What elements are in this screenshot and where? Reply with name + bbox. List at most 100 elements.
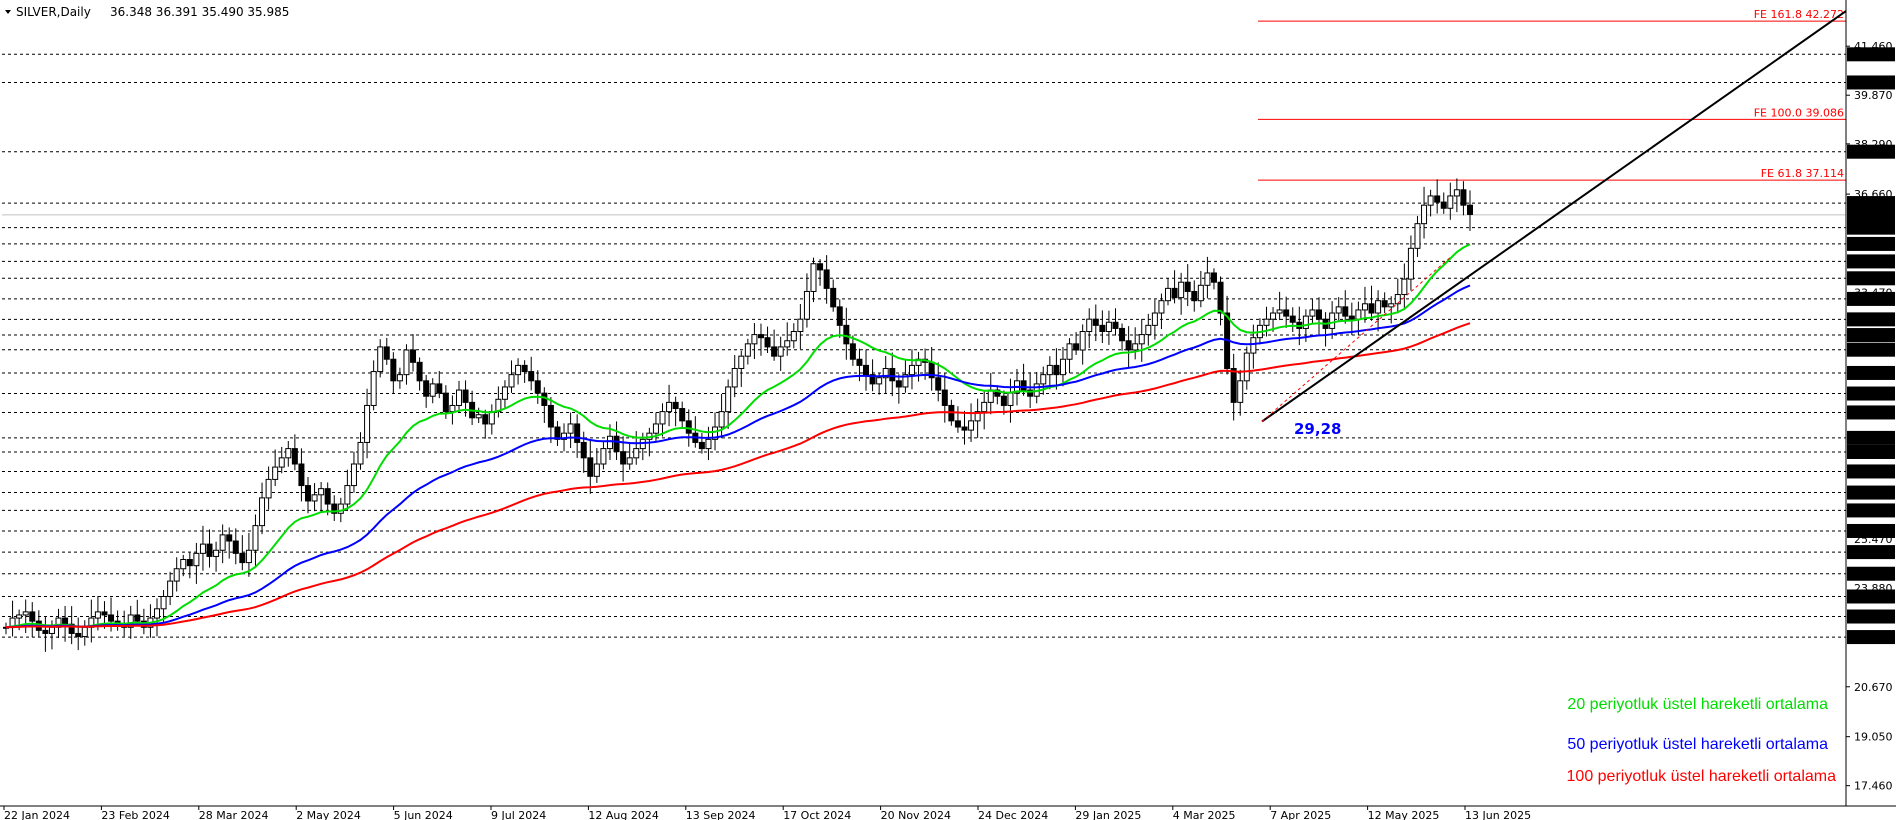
candle-body (547, 404, 554, 428)
candle-body (1099, 324, 1106, 333)
candle-body (410, 349, 417, 363)
time-tick-label: 20 Nov 2024 (881, 809, 951, 820)
candle-body (462, 389, 469, 403)
time-tick-label: 2 May 2024 (296, 809, 361, 820)
candle-body (364, 404, 371, 443)
candle-body (1467, 204, 1473, 215)
candle-body (1105, 321, 1112, 333)
candle-body (738, 355, 745, 369)
silver-daily-chart[interactable]: FE 161.8 42.272 FE 100.0 39.086 FE 61.8 37… (0, 0, 1896, 820)
candle-body (968, 420, 975, 431)
candle-body (396, 374, 403, 382)
candle-body (475, 414, 482, 419)
candle-body (1302, 315, 1309, 329)
axis-tick-label: 17.460 (1854, 780, 1893, 793)
level-label: 30.187 (1851, 388, 1890, 401)
fib-label: FE 161.8 42.272 (1754, 8, 1844, 21)
candle-body (1342, 306, 1349, 317)
candle-body (1184, 281, 1191, 292)
candle-body (1197, 284, 1204, 302)
candle-body (160, 595, 167, 610)
time-tick-label: 12 Aug 2024 (588, 809, 658, 820)
time-tick-label: 28 Mar 2024 (199, 809, 269, 820)
candle-body (1368, 303, 1375, 314)
candle-body (580, 441, 587, 459)
candle-body (186, 559, 193, 567)
candle-body (1191, 290, 1198, 302)
candle-body (318, 488, 325, 496)
candle-body (48, 626, 55, 634)
level-label: 32.085 (1851, 329, 1890, 342)
candle-body (1230, 367, 1237, 403)
candle-body (1381, 300, 1388, 308)
candle-body (908, 364, 915, 376)
candle-body (1079, 331, 1086, 351)
candle-body (350, 463, 357, 487)
time-tick-label: 29 Jan 2025 (1075, 809, 1141, 820)
candle-body (199, 543, 206, 554)
candle-body (1414, 223, 1421, 249)
candle-body (377, 346, 384, 373)
candle-body (416, 361, 423, 382)
candle-body (764, 337, 771, 348)
level-label: 30.855 (1851, 367, 1890, 380)
candle-body (42, 629, 49, 634)
candle-body (1000, 395, 1007, 406)
candle-body (449, 404, 456, 413)
candle-body (1053, 364, 1060, 376)
symbol-label: SILVER,Daily (16, 5, 91, 19)
candle-body (954, 420, 961, 428)
candle-body (725, 386, 732, 413)
candle-body (94, 611, 101, 619)
candle-body (666, 401, 673, 413)
candle-body (455, 389, 462, 406)
candle-body (22, 611, 29, 616)
candle-body (528, 371, 535, 382)
candle-body (633, 448, 640, 459)
candle-body (1335, 306, 1342, 314)
level-label: 29.573 (1851, 406, 1890, 419)
candle-body (935, 377, 942, 391)
candle-body (259, 497, 266, 527)
candle-body (593, 463, 600, 477)
candle-body (1178, 281, 1185, 299)
level-label: 22.283 (1851, 631, 1890, 644)
candle-body (836, 306, 843, 326)
candle-body (830, 287, 837, 308)
candle-body (488, 411, 495, 425)
candle-body (534, 380, 541, 394)
candle-body (1375, 300, 1382, 314)
candle-body (672, 401, 679, 410)
candle-body (1040, 374, 1047, 385)
candle-body (278, 457, 285, 468)
ohlc-readout: 36.348 36.391 35.490 35.985 (110, 5, 289, 19)
level-label: 35.043 (1851, 238, 1890, 251)
candle-body (501, 386, 508, 400)
candle-body (784, 340, 791, 348)
candle-body (1046, 364, 1053, 376)
candle-body (1132, 343, 1139, 351)
candle-body (1407, 247, 1414, 280)
candle-body (790, 331, 797, 342)
candle-body (1250, 337, 1257, 354)
level-label: 33.927 (1851, 272, 1890, 285)
candle-body (1066, 343, 1073, 360)
candle-body (1289, 315, 1296, 323)
time-tick-label: 4 Mar 2025 (1173, 809, 1236, 820)
level-label: 22.950 (1851, 611, 1890, 624)
level-label: 26.393 (1851, 504, 1890, 517)
candle-body (193, 552, 200, 567)
candle-body (167, 580, 174, 597)
candle-body (600, 448, 607, 465)
level-label: 40.283 (1851, 76, 1890, 89)
candle-body (1440, 201, 1447, 209)
candle-body (482, 414, 489, 425)
candle-body (252, 525, 259, 551)
candle-body (304, 485, 311, 502)
candle-body (324, 488, 331, 505)
candle-body (1316, 309, 1323, 320)
time-tick-label: 17 Oct 2024 (783, 809, 851, 820)
time-tick-label: 5 Jun 2024 (394, 809, 453, 820)
candle-body (652, 423, 659, 434)
candle-body (29, 611, 36, 622)
